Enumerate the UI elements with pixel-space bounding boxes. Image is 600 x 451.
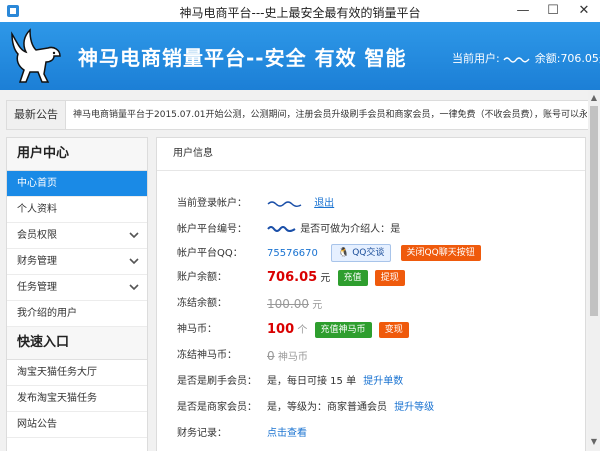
recharge-button[interactable]: 充值 bbox=[337, 270, 368, 286]
balance-amount: 706.05 bbox=[267, 270, 318, 285]
sidebar-item-membership[interactable]: 会员权限 bbox=[7, 223, 147, 249]
frozen-balance-label: 冻结余额： bbox=[177, 298, 227, 309]
referrer-value: 是 bbox=[390, 224, 401, 235]
sidebar-item-tasks[interactable]: 任务管理 bbox=[7, 275, 147, 301]
sidebar-item-label: 发布淘宝天猫任务 bbox=[17, 393, 97, 404]
qq-chat-label: QQ交谈 bbox=[352, 248, 385, 258]
upgrade-orders-link[interactable]: 提升单数 bbox=[363, 376, 403, 387]
user-info-panel: 用户信息 当前登录帐户： 退出 帐户平台编号： 是否可做为介绍人：是 帐户平台Q… bbox=[156, 137, 586, 451]
sidebar-item-referrals[interactable]: 我介绍的用户 bbox=[7, 301, 147, 327]
account-id-label: 帐户平台编号： bbox=[177, 224, 247, 235]
frozen-coin-amount: 0 bbox=[267, 349, 275, 363]
frozen-coin-unit: 神马币 bbox=[277, 352, 308, 363]
close-qq-button[interactable]: 关闭QQ聊天按钮 bbox=[400, 245, 481, 261]
notice-bar: 最新公告 神马电商销量平台于2015.07.01开始公测，公测期间，注册会员升级… bbox=[6, 100, 592, 130]
referrer-question: 是否可做为介绍人： bbox=[300, 224, 391, 235]
maximize-button[interactable]: ☐ bbox=[540, 0, 566, 22]
coin-label: 神马币： bbox=[177, 324, 217, 335]
sidebar-item-home[interactable]: 中心首页 bbox=[7, 171, 147, 197]
coin-unit: 个 bbox=[297, 325, 308, 336]
scroll-up-arrow-icon[interactable]: ▲ bbox=[588, 92, 600, 104]
chevron-down-icon bbox=[129, 284, 139, 291]
view-finance-link[interactable]: 点击查看 bbox=[267, 428, 307, 439]
sidebar-item-label: 会员权限 bbox=[17, 230, 57, 241]
frozen-coin-label: 冻结神马币： bbox=[177, 350, 237, 361]
balance-value: 706.05元 bbox=[560, 52, 600, 65]
user-label: 当前用户: bbox=[452, 52, 500, 65]
redacted-username bbox=[503, 57, 530, 63]
window-titlebar: 神马电商平台---史上最安全最有效的销量平台 — ☐ ✕ bbox=[0, 0, 600, 23]
coin-recharge-button[interactable]: 充值神马币 bbox=[314, 322, 372, 338]
finance-label: 财务记录： bbox=[177, 428, 227, 439]
notice-text[interactable]: 神马电商销量平台于2015.07.01开始公测，公测期间，注册会员升级刷手会员和… bbox=[73, 101, 587, 129]
coin-exchange-button[interactable]: 变现 bbox=[378, 322, 409, 338]
sidebar-item-profile[interactable]: 个人资料 bbox=[7, 197, 147, 223]
sidebar: 用户中心 中心首页 个人资料 会员权限 财务管理 任务管理 我介绍的用户 快速入… bbox=[6, 137, 148, 451]
qq-number: 75576670 bbox=[267, 248, 318, 259]
sidebar-item-label: 网站公告 bbox=[17, 419, 57, 430]
redacted-account-name bbox=[267, 201, 302, 207]
close-button[interactable]: ✕ bbox=[568, 0, 600, 22]
balance-label: 账户余额： bbox=[177, 272, 227, 283]
minimize-button[interactable]: — bbox=[510, 0, 536, 22]
balance-unit: 元 bbox=[320, 273, 331, 284]
upgrade-level-link[interactable]: 提升等级 bbox=[394, 402, 434, 413]
qq-chat-button[interactable]: 🐧 QQ交谈 bbox=[331, 244, 392, 262]
sidebar-item-label: 任务管理 bbox=[17, 282, 57, 293]
panel-title: 用户信息 bbox=[157, 138, 585, 171]
coin-amount: 100 bbox=[267, 322, 295, 337]
scroll-down-arrow-icon[interactable]: ▼ bbox=[588, 436, 600, 448]
chevron-down-icon bbox=[129, 258, 139, 265]
frozen-balance-amount: 100.00 bbox=[267, 297, 309, 311]
sidebar-item-label: 财务管理 bbox=[17, 256, 57, 267]
sidebar-item-announcements[interactable]: 网站公告 bbox=[7, 412, 147, 438]
merchant-value: 是，等级为：商家普通会员 bbox=[267, 402, 387, 413]
quick-entry-heading: 快速入口 bbox=[7, 327, 147, 360]
pegasus-logo-icon bbox=[11, 28, 61, 83]
scrollbar-thumb[interactable] bbox=[590, 106, 598, 316]
user-center-heading: 用户中心 bbox=[7, 138, 147, 171]
notice-label: 最新公告 bbox=[7, 101, 66, 129]
qq-icon: 🐧 bbox=[338, 248, 350, 258]
logout-link[interactable]: 退出 bbox=[314, 198, 334, 209]
sidebar-item-publish-task[interactable]: 发布淘宝天猫任务 bbox=[7, 386, 147, 412]
withdraw-button[interactable]: 提现 bbox=[374, 270, 405, 286]
chevron-down-icon bbox=[129, 232, 139, 239]
brusher-label: 是否是刷手会员： bbox=[177, 376, 257, 387]
login-label: 当前登录帐户： bbox=[177, 198, 247, 209]
frozen-balance-unit: 元 bbox=[312, 300, 323, 311]
merchant-label: 是否是商家会员： bbox=[177, 402, 257, 413]
sidebar-item-task-hall[interactable]: 淘宝天猫任务大厅 bbox=[7, 360, 147, 386]
site-title: 神马电商销量平台--安全 有效 智能 bbox=[78, 46, 407, 70]
page-scrollbar[interactable]: ▲ ▼ bbox=[588, 90, 600, 450]
balance-label: 余额: bbox=[534, 52, 561, 65]
sidebar-item-label: 淘宝天猫任务大厅 bbox=[17, 367, 97, 378]
qq-label: 帐户平台QQ： bbox=[177, 248, 243, 259]
current-user-info: 当前用户: 余额:706.05元 bbox=[452, 50, 600, 66]
redacted-account-id bbox=[267, 226, 296, 232]
site-header: 神马电商销量平台--安全 有效 智能 当前用户: 余额:706.05元 bbox=[0, 22, 600, 90]
sidebar-item-finance[interactable]: 财务管理 bbox=[7, 249, 147, 275]
brusher-value: 是，每日可接 15 单 bbox=[267, 376, 357, 387]
sidebar-item-label: 我介绍的用户 bbox=[17, 308, 77, 319]
sidebar-item-label: 个人资料 bbox=[17, 204, 57, 215]
sidebar-item-label: 中心首页 bbox=[17, 178, 57, 189]
